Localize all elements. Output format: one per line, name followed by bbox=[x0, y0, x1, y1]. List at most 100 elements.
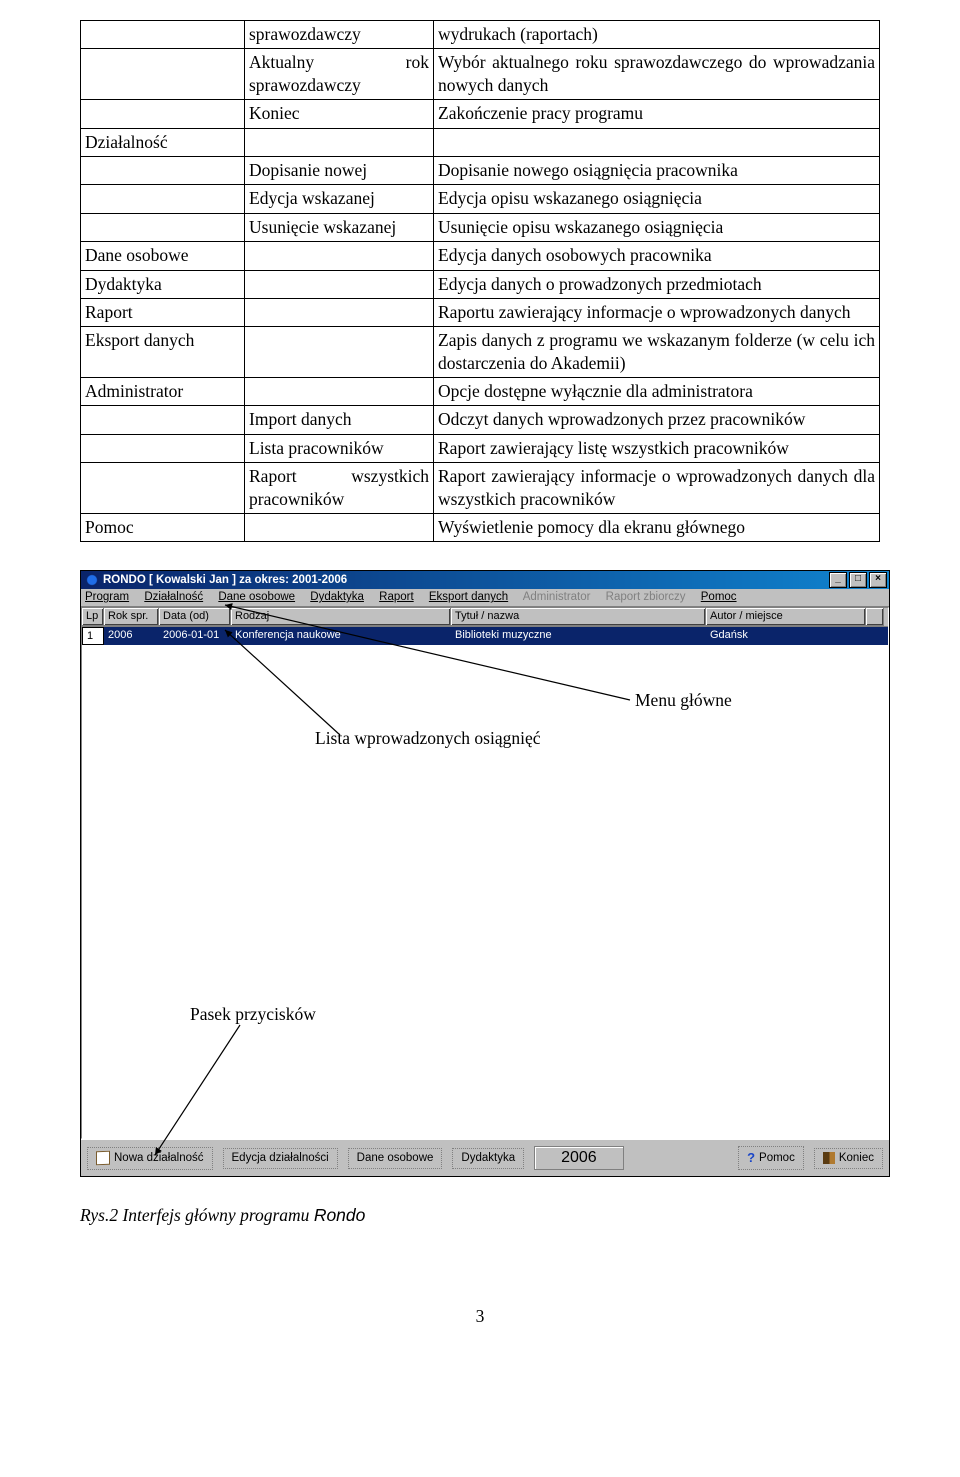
toolbar: Nowa działalność Edycja działalności Dan… bbox=[81, 1139, 889, 1176]
table-cell-c1: Administrator bbox=[81, 378, 245, 406]
exit-icon bbox=[823, 1152, 835, 1164]
table-row: Import danychOdczyt danych wprowadzonych… bbox=[81, 406, 880, 434]
table-cell-c1 bbox=[81, 185, 245, 213]
col-rok[interactable]: Rok spr. bbox=[104, 608, 159, 626]
table-cell-c2: Edycja wskazanej bbox=[245, 185, 434, 213]
help-icon: ? bbox=[747, 1150, 755, 1165]
menu-program[interactable]: Program bbox=[85, 591, 129, 603]
annotation-pasek: Pasek przycisków bbox=[190, 1004, 316, 1025]
year-indicator[interactable]: 2006 bbox=[534, 1146, 624, 1170]
table-cell-c1 bbox=[81, 49, 245, 100]
figure-caption: Rys.2 Interfejs główny programu Rondo bbox=[80, 1205, 880, 1226]
table-cell-c2 bbox=[245, 270, 434, 298]
app-icon bbox=[85, 573, 99, 587]
cell-tytul: Biblioteki muzyczne bbox=[451, 627, 706, 645]
table-cell-c2: Lista pracowników bbox=[245, 434, 434, 462]
table-cell-c3: wydrukach (raportach) bbox=[434, 21, 880, 49]
table-cell-c3: Raport zawierający listę wszystkich prac… bbox=[434, 434, 880, 462]
table-cell-c3: Wybór aktualnego roku sprawozdawczego do… bbox=[434, 49, 880, 100]
table-cell-c2 bbox=[245, 128, 434, 156]
table-cell-c1 bbox=[81, 434, 245, 462]
table-cell-c2: Raport wszystkich pracowników bbox=[245, 463, 434, 514]
table-cell-c3 bbox=[434, 128, 880, 156]
col-tytul[interactable]: Tytuł / nazwa bbox=[451, 608, 706, 626]
table-cell-c3: Edycja opisu wskazanego osiągnięcia bbox=[434, 185, 880, 213]
table-cell-c3: Wyświetlenie pomocy dla ekranu głównego bbox=[434, 514, 880, 542]
menu-pomoc[interactable]: Pomoc bbox=[701, 591, 737, 603]
table-cell-c2: Aktualny rok sprawozdawczy bbox=[245, 49, 434, 100]
table-row: Dane osobowe Edycja danych osobowych prac… bbox=[81, 242, 880, 270]
table-cell-c3: Raportu zawierający informacje o wprowad… bbox=[434, 298, 880, 326]
table-cell-c3: Edycja danych o prowadzonych przedmiotac… bbox=[434, 270, 880, 298]
table-cell-c2: Usunięcie wskazanej bbox=[245, 213, 434, 241]
cell-data: 2006-01-01 bbox=[159, 627, 231, 645]
table-cell-c1 bbox=[81, 463, 245, 514]
table-cell-c3: Opcje dostępne wyłącznie dla administrat… bbox=[434, 378, 880, 406]
col-data[interactable]: Data (od) bbox=[159, 608, 231, 626]
listview-row-selected[interactable]: 1 2006 2006-01-01 Konferencja naukowe Bi… bbox=[82, 627, 888, 645]
screenshot-window: RONDO [ Kowalski Jan ] za okres: 2001-20… bbox=[80, 570, 890, 1177]
minimize-button[interactable]: _ bbox=[829, 572, 847, 588]
menu-eksport[interactable]: Eksport danych bbox=[429, 591, 508, 603]
table-cell-c2 bbox=[245, 242, 434, 270]
btn-nowa-label: Nowa działalność bbox=[114, 1152, 204, 1164]
table-row: Edycja wskazanejEdycja opisu wskazanego … bbox=[81, 185, 880, 213]
btn-pomoc-label: Pomoc bbox=[759, 1152, 795, 1164]
menu-dzialalnosc[interactable]: Działalność bbox=[144, 591, 203, 603]
description-table: sprawozdawczywydrukach (raportach)Aktual… bbox=[80, 20, 880, 542]
caption-prefix: Rys.2 Interfejs główny programu bbox=[80, 1205, 314, 1225]
table-row: Pomoc Wyświetlenie pomocy dla ekranu głów… bbox=[81, 514, 880, 542]
btn-dane-osobowe[interactable]: Dane osobowe bbox=[348, 1148, 443, 1169]
menu-raport[interactable]: Raport bbox=[379, 591, 414, 603]
table-cell-c2: Dopisanie nowej bbox=[245, 156, 434, 184]
table-cell-c1: Dane osobowe bbox=[81, 242, 245, 270]
table-row: Dopisanie nowejDopisanie nowego osiągnię… bbox=[81, 156, 880, 184]
table-cell-c2 bbox=[245, 298, 434, 326]
table-cell-c3: Usunięcie opisu wskazanego osiągnięcia bbox=[434, 213, 880, 241]
cell-autor: Gdańsk bbox=[706, 627, 866, 645]
listview[interactable]: Lp Rok spr. Data (od) Rodzaj Tytuł / naz… bbox=[81, 607, 889, 1139]
annotation-menu-glowne: Menu główne bbox=[635, 690, 732, 711]
table-cell-c1 bbox=[81, 21, 245, 49]
table-row: Lista pracownikówRaport zawierający list… bbox=[81, 434, 880, 462]
table-cell-c2 bbox=[245, 514, 434, 542]
col-rodzaj[interactable]: Rodzaj bbox=[231, 608, 451, 626]
cell-rok: 2006 bbox=[104, 627, 159, 645]
menubar: Program Działalność Dane osobowe Dydakty… bbox=[81, 589, 889, 607]
table-cell-c1: Pomoc bbox=[81, 514, 245, 542]
window-title: RONDO [ Kowalski Jan ] za okres: 2001-20… bbox=[103, 574, 347, 586]
btn-koniec[interactable]: Koniec bbox=[814, 1148, 883, 1169]
table-row: Raport Raportu zawierający informacje o w… bbox=[81, 298, 880, 326]
btn-dydaktyka[interactable]: Dydaktyka bbox=[452, 1148, 524, 1169]
caption-app-name: Rondo bbox=[314, 1205, 366, 1225]
close-button[interactable]: × bbox=[869, 572, 887, 588]
btn-nowa-dzialalnosc[interactable]: Nowa działalność bbox=[87, 1147, 213, 1170]
maximize-button[interactable]: □ bbox=[849, 572, 867, 588]
menu-dydaktyka[interactable]: Dydaktyka bbox=[310, 591, 364, 603]
table-cell-c1: Raport bbox=[81, 298, 245, 326]
table-cell-c3: Dopisanie nowego osiągnięcia pracownika bbox=[434, 156, 880, 184]
menu-dane-osobowe[interactable]: Dane osobowe bbox=[218, 591, 295, 603]
table-cell-c3: Zapis danych z programu we wskazanym fol… bbox=[434, 327, 880, 378]
table-cell-c1 bbox=[81, 100, 245, 128]
table-cell-c2: sprawozdawczy bbox=[245, 21, 434, 49]
col-autor[interactable]: Autor / miejsce bbox=[706, 608, 866, 626]
table-row: Działalność bbox=[81, 128, 880, 156]
btn-edycja-dzialalnosci[interactable]: Edycja działalności bbox=[223, 1148, 338, 1169]
listview-header: Lp Rok spr. Data (od) Rodzaj Tytuł / naz… bbox=[82, 608, 888, 627]
table-cell-c3: Zakończenie pracy programu bbox=[434, 100, 880, 128]
btn-pomoc[interactable]: ? Pomoc bbox=[738, 1146, 804, 1170]
table-row: KoniecZakończenie pracy programu bbox=[81, 100, 880, 128]
col-lp[interactable]: Lp bbox=[82, 608, 104, 626]
col-spacer bbox=[866, 608, 884, 626]
table-row: DydaktykaEdycja danych o prowadzonych pr… bbox=[81, 270, 880, 298]
new-icon bbox=[96, 1151, 110, 1165]
table-cell-c1 bbox=[81, 406, 245, 434]
table-row: sprawozdawczywydrukach (raportach) bbox=[81, 21, 880, 49]
titlebar: RONDO [ Kowalski Jan ] za okres: 2001-20… bbox=[81, 571, 889, 589]
table-row: Raport wszystkich pracownikówRaport zawi… bbox=[81, 463, 880, 514]
table-cell-c2 bbox=[245, 327, 434, 378]
table-cell-c1: Eksport danych bbox=[81, 327, 245, 378]
table-cell-c3: Edycja danych osobowych pracownika bbox=[434, 242, 880, 270]
table-cell-c1 bbox=[81, 156, 245, 184]
